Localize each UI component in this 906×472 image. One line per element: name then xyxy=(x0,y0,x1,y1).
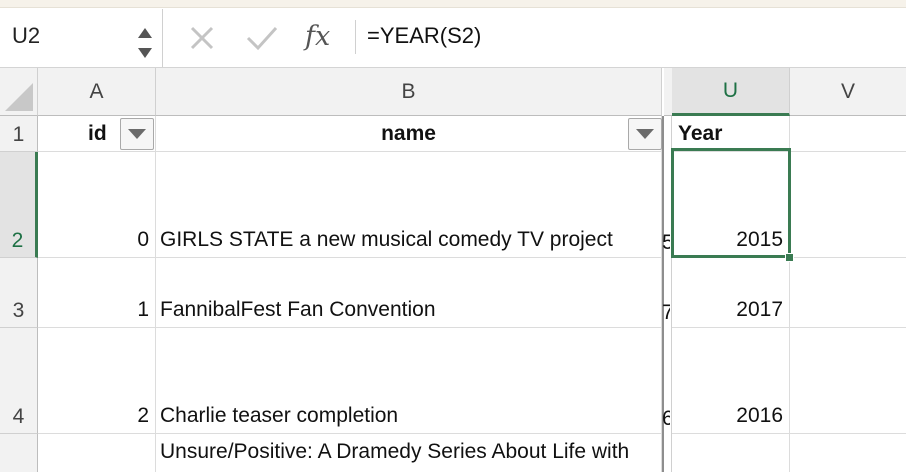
cell-b3[interactable]: FannibalFest Fan Convention xyxy=(156,258,662,328)
cell-v4[interactable] xyxy=(790,328,906,434)
cell-u3[interactable]: 2017 xyxy=(672,258,790,328)
select-all-corner[interactable] xyxy=(0,68,38,116)
row-header-5[interactable] xyxy=(0,434,38,472)
header-year-label: Year xyxy=(678,122,723,145)
cell-v1[interactable] xyxy=(790,116,906,152)
cell-a4[interactable]: 2 xyxy=(38,328,156,434)
formula-buttons: fx xyxy=(163,9,355,67)
column-header-v[interactable]: V xyxy=(790,68,906,116)
cell-a2[interactable]: 0 xyxy=(38,152,156,258)
cell-b4[interactable]: Charlie teaser completion xyxy=(156,328,662,434)
hidden-column-peek: 5 xyxy=(662,231,670,254)
hidden-column-peek: 7 xyxy=(662,301,670,324)
cancel-icon[interactable] xyxy=(187,23,217,53)
cell-b5[interactable]: Unsure/Positive: A Dramedy Series About … xyxy=(156,434,662,472)
dropdown-arrow-icon xyxy=(636,129,654,139)
checkmark-icon[interactable] xyxy=(245,23,278,53)
row-header-2[interactable]: 2 xyxy=(0,152,38,258)
header-name-label: name xyxy=(381,122,436,145)
cell-u5[interactable] xyxy=(672,434,790,472)
cell-v3[interactable] xyxy=(790,258,906,328)
insert-function-icon[interactable]: fx xyxy=(305,21,345,52)
dropdown-arrow-icon xyxy=(128,129,146,139)
name-box[interactable]: U2 xyxy=(0,9,163,67)
filter-dropdown-name[interactable] xyxy=(628,118,662,150)
row-header-4[interactable]: 4 xyxy=(0,328,38,434)
column-header-u[interactable]: U xyxy=(672,68,790,116)
header-id-label: id xyxy=(88,122,107,145)
filter-dropdown-id[interactable] xyxy=(120,118,154,150)
cell-a3[interactable]: 1 xyxy=(38,258,156,328)
cell-u2[interactable]: 2015 xyxy=(672,152,790,258)
name-box-value[interactable]: U2 xyxy=(12,23,40,49)
cell-a5[interactable] xyxy=(38,434,156,472)
spreadsheet-grid: A B U V 1 2 3 4 id name Year 0 GIRLS STA… xyxy=(0,68,906,472)
fill-handle[interactable] xyxy=(785,253,794,262)
formula-bar-divider xyxy=(355,20,356,54)
cell-v5[interactable] xyxy=(790,434,906,472)
cell-u4[interactable]: 2016 xyxy=(672,328,790,434)
formula-bar: U2 fx =YEAR(S2) xyxy=(0,0,906,68)
column-header-b[interactable]: B xyxy=(156,68,662,116)
toolbar-edge xyxy=(0,0,906,8)
row-header-3[interactable]: 3 xyxy=(0,258,38,328)
cell-v2[interactable] xyxy=(790,152,906,258)
row-header-1[interactable]: 1 xyxy=(0,116,38,152)
formula-input[interactable]: =YEAR(S2) xyxy=(367,23,481,49)
select-all-icon xyxy=(5,83,33,111)
cell-b2[interactable]: GIRLS STATE a new musical comedy TV proj… xyxy=(156,152,662,258)
cell-b1[interactable]: name xyxy=(156,116,662,152)
column-header-a[interactable]: A xyxy=(38,68,156,116)
hidden-column-peek: 6 xyxy=(662,407,670,430)
name-box-stepper-icon[interactable] xyxy=(136,24,154,64)
cell-u1[interactable]: Year xyxy=(672,116,790,152)
freeze-pane-header-gap xyxy=(664,68,672,116)
